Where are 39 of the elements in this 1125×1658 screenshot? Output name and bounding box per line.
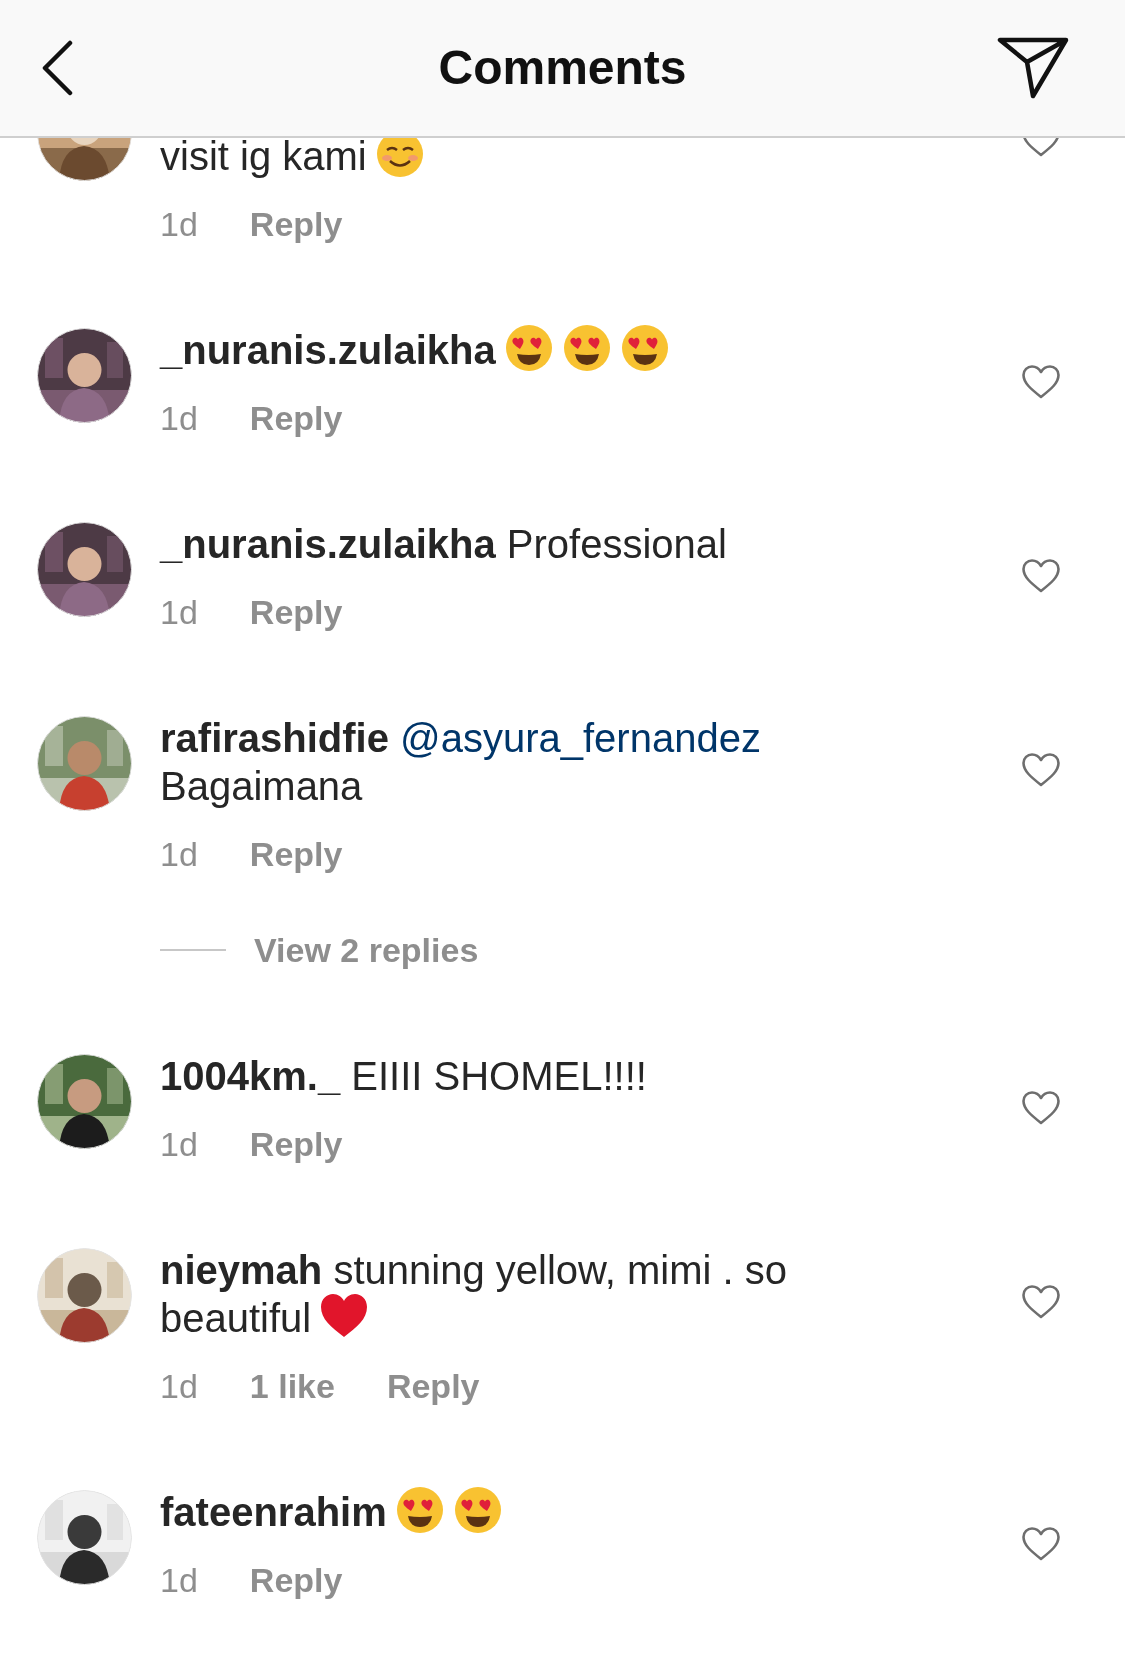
reply-link[interactable]: Reply <box>249 1120 343 1168</box>
back-button[interactable] <box>40 40 74 96</box>
reply-link[interactable]: Reply <box>249 588 343 636</box>
heart-eyes-emoji-icon <box>394 1485 445 1535</box>
send-icon[interactable] <box>997 36 1069 100</box>
heart-icon[interactable] <box>1021 1526 1061 1562</box>
reply-link[interactable]: Reply <box>249 1556 343 1604</box>
heart-icon[interactable] <box>1021 558 1061 594</box>
page-title: Comments <box>438 40 687 97</box>
heart-eyes-emoji-icon <box>561 323 612 373</box>
timestamp: 1d <box>160 834 198 875</box>
likes-count[interactable]: 1 like <box>249 1362 335 1410</box>
heart-eyes-emoji-icon <box>619 323 670 373</box>
timestamp: 1d <box>160 1560 198 1601</box>
comment-text: visit ig kami <box>160 138 425 178</box>
heart-icon[interactable] <box>1021 364 1061 400</box>
comment-text: 1004km._ EIIII SHOMEL!!!! <box>160 1054 647 1098</box>
smiling-emoji-icon <box>374 138 425 179</box>
heart-icon[interactable] <box>1021 752 1061 788</box>
timestamp: 1d <box>160 592 198 633</box>
view-replies-link[interactable]: View 2 replies <box>254 926 479 974</box>
heart-icon[interactable] <box>1021 1090 1061 1126</box>
heart-eyes-emoji-icon <box>503 323 554 373</box>
heart-eyes-emoji-icon <box>452 1485 503 1535</box>
heart-icon[interactable] <box>1021 1284 1061 1320</box>
comment-text: _nuranis.zulaikha <box>160 328 670 372</box>
comment-text: _nuranis.zulaikha Professional <box>160 522 727 566</box>
timestamp: 1d <box>160 398 198 439</box>
timestamp: 1d <box>160 1366 198 1407</box>
reply-link[interactable]: Reply <box>249 200 343 248</box>
comment-text: nieymah stunning yellow, mimi . so beautiful <box>160 1248 787 1340</box>
reply-link[interactable]: Reply <box>386 1362 480 1410</box>
comment-text: rafirashidfie @asyura_fernandez Bagaimana <box>160 716 761 808</box>
comment-text: fateenrahim <box>160 1490 503 1534</box>
timestamp: 1d <box>160 1124 198 1165</box>
reply-link[interactable]: Reply <box>249 830 343 878</box>
mention-link[interactable]: @asyura_fernandez <box>400 716 761 760</box>
timestamp: 1d <box>160 204 198 245</box>
reply-link[interactable]: Reply <box>249 394 343 442</box>
